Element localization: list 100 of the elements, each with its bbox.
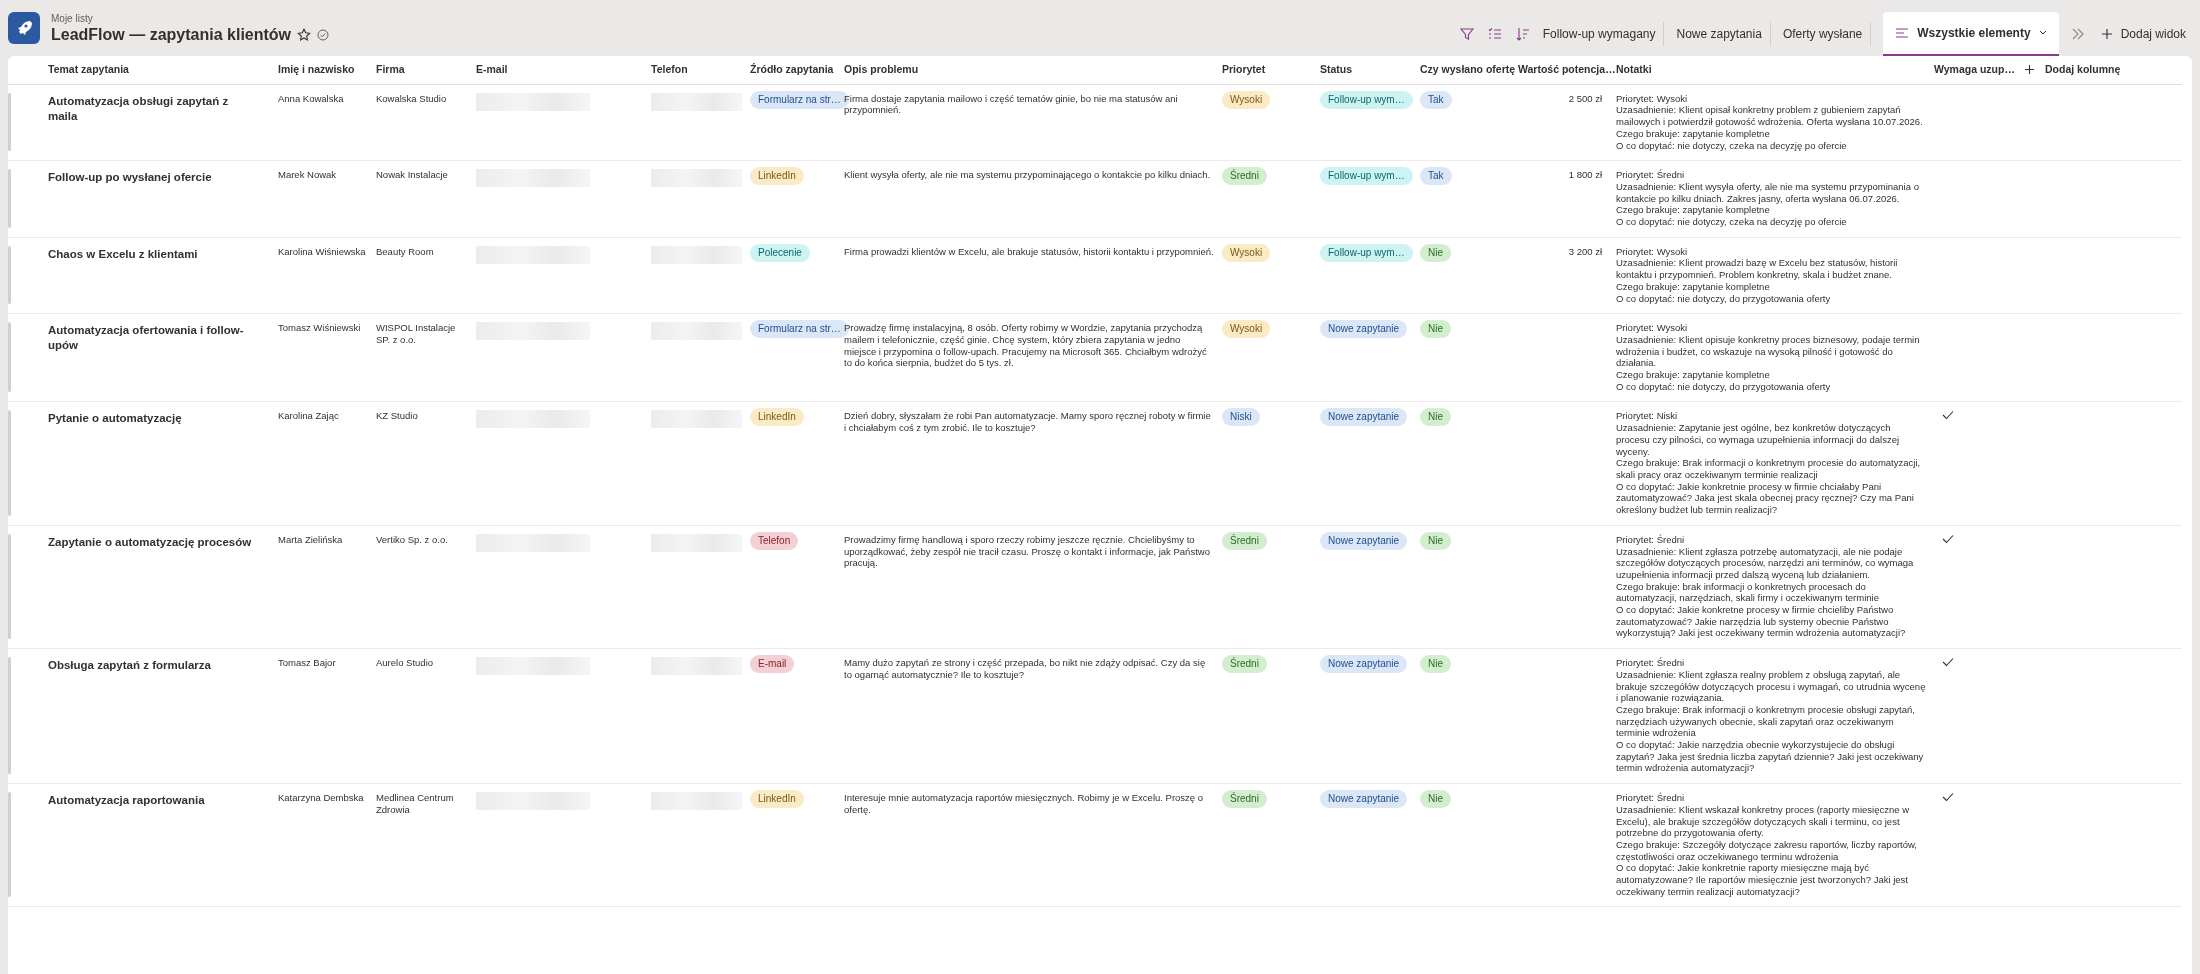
tag: Nie (1420, 320, 1451, 339)
tag: Follow-up wym… (1320, 243, 1413, 262)
tag: Nowe zapytanie (1320, 408, 1408, 427)
note-line: Czego brakuje: zapytanie kompletne (1616, 280, 1771, 293)
tag: Nie (1420, 408, 1451, 427)
note-line: Priorytet: Wysoki (1616, 92, 1689, 105)
name-text: Marek Nowak (278, 169, 337, 181)
note-line: O co dopytać: nie dotyczy, czeka na decyzję po ofercie (1616, 139, 1848, 152)
company-text: Kowalska Studio (376, 92, 447, 104)
note-line: Priorytet: Średni (1616, 533, 1686, 546)
column-header[interactable]: Wymaga uzup… (1934, 63, 2015, 75)
note-line: Uzasadnienie: Klient zgłasza realny problem z obsługą zapytań, ale brakuje szczegółów dotyczących procesu i wymagań, co utrudnia wycenę i planowanie rozwiązania. (1616, 668, 1926, 704)
tag: LinkedIn (750, 167, 804, 186)
column-header[interactable]: Notatki (1616, 63, 1652, 75)
tag: Nie (1420, 243, 1451, 262)
column-header[interactable]: Firma (376, 63, 405, 75)
tag: LinkedIn (750, 790, 804, 809)
note-line: O co dopytać: Jakie konkretne procesy w firmie chcieliby Państwo zautomatyzować? Jakie narzędzia lub systemy obecnie Państwo wykorzystują? Jaki jest oczekiwany termin wdrożenia automatyzacji? (1616, 604, 1907, 640)
note-line: Uzasadnienie: Klient prowadzi bazę w Excelu bez statusów, historii kontaktu i przypomnień. Problem konkretny, skala i budżet znane. (1616, 257, 1899, 281)
name-text: Tomasz Wiśniewski (278, 322, 361, 334)
company-text: Beauty Room (376, 245, 434, 257)
tag: Średni (1222, 790, 1267, 809)
description-text: Prowadzę firmę instalacyjną, 8 osób. Oferty robimy w Wordzie, zapytania przychodzą mailem i telefonicznie, część ginie. Chcę system, który zbiera zapytania w jedno miejsce i przypomina o follow-upach. Pracujemy na Microsoft 365. Chciałbym wdrożyć to do końca sierpnia, budżet do 5 tys. zł. (844, 322, 1207, 369)
note-line: Uzasadnienie: Klient zgłasza potrzebę automatyzacji, ale nie podaje szczegółów dotyczących procesów, narzędzi ani terminów, co wymaga uzupełnienia informacji przed dalszą wyceną lub działaniem. (1616, 545, 1915, 581)
note-line: Czego brakuje: zapytanie kompletne (1616, 369, 1771, 381)
column-header[interactable]: Temat zapytania (48, 63, 129, 75)
subject-text: Zapytanie o automatyzację procesów (48, 534, 253, 550)
column-header[interactable]: E-mail (476, 63, 508, 75)
tag: Telefon (750, 531, 799, 550)
column-header[interactable]: Telefon (651, 63, 688, 75)
view-tab[interactable]: Nowe zapytania (1676, 22, 1771, 46)
column-header[interactable]: Imię i nazwisko (278, 63, 355, 75)
description-text: Klient wysyła oferty, ale nie ma systemu przypominającego o kontakcie po kilku dniach. (844, 169, 1211, 181)
tag: Nowe zapytanie (1320, 655, 1408, 674)
tag: Nowe zapytanie (1320, 531, 1408, 550)
note-line: Priorytet: Średni (1616, 792, 1686, 804)
value-text: 3 200 zł (1568, 245, 1602, 257)
column-header[interactable]: Czy wysłano ofertę (1420, 63, 1516, 75)
view-tab[interactable]: Wszystkie elementy (1883, 12, 2059, 56)
note-line: Uzasadnienie: Klient opisuje konkretny proces biznesowy, podaje termin wdrożenia i budżet, co wskazuje na wysoką pilność i gotowość do działania. (1616, 333, 1921, 370)
name-text: Katarzyna Dembska (278, 792, 364, 804)
note-line: Priorytet: Średni (1616, 657, 1686, 669)
column-header[interactable]: Priorytet (1222, 63, 1266, 75)
tag: Nie (1420, 531, 1451, 550)
column-header[interactable]: Opis problemu (844, 63, 919, 75)
note-line: O co dopytać: nie dotyczy, czeka na decyzję po ofercie (1616, 216, 1848, 228)
name-text: Tomasz Bajor (278, 657, 336, 669)
tag: Tak (1420, 90, 1452, 109)
note-line: Czego brakuje: zapytanie kompletne (1616, 204, 1771, 217)
note-line: O co dopytać: Jakie narzędzia obecnie wykorzystujecie do obsługi zapytań? Jaka jest średnia liczba zapytań dziennie? Jaki jest oczekiwany termin wdrożenia automatyzacji? (1616, 739, 1925, 775)
tag: Nowe zapytanie (1320, 790, 1408, 809)
tag: Średni (1222, 167, 1267, 186)
note-line: O co dopytać: Jakie konkretnie raporty miesięczne mają być automatyzowane? Ile raportów miesięcznie jest tworzonych? Jaki jest oczekiwany termin realizacji automatyzacji? (1616, 862, 1909, 898)
description-text: Firma dostaje zapytania mailowo i część tematów ginie, bo nie ma statusów ani przypomnień. (844, 92, 1178, 116)
list-title: LeadFlow — zapytania klientów (51, 25, 292, 44)
note-line: Uzasadnienie: Zapytanie jest ogólne, bez konkretów dotyczących procesu czy pilności, co wymaga uzupełnienia informacji do dalszej wyceny. (1616, 422, 1901, 458)
add-column-button[interactable]: Dodaj kolumnę (2024, 64, 2121, 76)
tag: Niski (1222, 408, 1260, 427)
add-view-button[interactable]: Dodaj widok (2096, 27, 2190, 41)
note-line: Priorytet: Średni (1616, 169, 1686, 181)
note-line: O co dopytać: nie dotyczy, do przygotowania oferty (1616, 380, 1832, 393)
note-line: Priorytet: Wysoki (1616, 245, 1689, 258)
tag: Follow-up wym… (1320, 167, 1413, 186)
description-text: Firma prowadzi klientów w Excelu, ale brakuje statusów, historii kontaktu i przypomnień. (844, 245, 1214, 257)
value-text: 1 800 zł (1568, 169, 1602, 181)
tag: Follow-up wym… (1320, 90, 1413, 109)
company-text: KZ Studio (376, 410, 418, 422)
note-line: Uzasadnienie: Klient wysyła oferty, ale nie ma systemu przypominania o kontakcie po kilku dniach. Zakres jasny, oferta wysłana 06.07.2026. (1616, 180, 1920, 205)
tag: Wysoki (1222, 243, 1271, 262)
subject-text: Pytanie o automatyzację (48, 411, 183, 427)
description-text: Dzień dobry, słyszałam że robi Pan automatyzacje. Mamy sporo ręcznej roboty w firmie i chciałabym coś z tym zrobić. Ile to kosztuje? (844, 410, 1211, 434)
tag: Nie (1420, 655, 1451, 674)
name-text: Marta Zielińska (278, 533, 343, 545)
tag: Nie (1420, 790, 1451, 809)
subject-text: Chaos w Excelu z klientami (48, 246, 199, 262)
tag: Średni (1222, 655, 1267, 674)
company-text: WISPOL Instalacje SP. z o.o. (376, 322, 456, 345)
subject-text: Automatyzacja raportowania (48, 793, 206, 809)
note-line: Czego brakuje: zapytanie kompletne (1616, 127, 1771, 140)
name-text: Anna Kowalska (278, 92, 344, 104)
view-tab[interactable]: Follow-up wymagany (1542, 22, 1665, 46)
tag: LinkedIn (750, 408, 804, 427)
tag: Wysoki (1222, 320, 1271, 339)
description-text: Prowadzimy firmę handlową i sporo rzeczy robimy jeszcze ręcznie. Chcielibyśmy to uporządkować, żeby zespół nie tracił czasu. Proszę o kontakt i informacje, jak Państwo pracują. (844, 533, 1210, 569)
company-text: Medlinea Centrum Zdrowia (376, 792, 454, 815)
subject-text: Obsługa zapytań z formularza (48, 658, 212, 674)
breadcrumb-link[interactable]: Moje listy (51, 12, 330, 24)
value-text: 2 500 zł (1568, 92, 1602, 104)
column-header[interactable]: Źródło zapytania (750, 63, 834, 75)
tag: Polecenie (750, 243, 810, 262)
column-header[interactable]: Wartość potencja… (1518, 63, 1616, 75)
note-line: Czego brakuje: brak informacji o konkretnych procesach do automatyzacji, narzędziach, skali firmy i oczekiwanym terminie (1616, 580, 1880, 604)
tag: Nowe zapytanie (1320, 320, 1408, 339)
column-header[interactable]: Status (1320, 63, 1353, 75)
description-text: Mamy dużo zapytań ze strony i część przepada, bo nikt nie zdąży odpisać. Czy da się to ogarnąć automatycznie? Ile to kosztuje? (844, 657, 1206, 680)
note-line: Priorytet: Wysoki (1616, 322, 1689, 334)
name-text: Karolina Zając (278, 410, 339, 422)
note-line: O co dopytać: nie dotyczy, do przygotowania oferty (1616, 292, 1832, 305)
view-tab[interactable]: Oferty wysłane (1782, 22, 1872, 46)
note-line: O co dopytać: Jakie konkretnie procesy w firmie chciałaby Pani zautomatyzować? Jaka jest skala obecnej pracy ręcznej? Czy ma Pani określony budżet lub termin realizacji? (1616, 480, 1915, 516)
